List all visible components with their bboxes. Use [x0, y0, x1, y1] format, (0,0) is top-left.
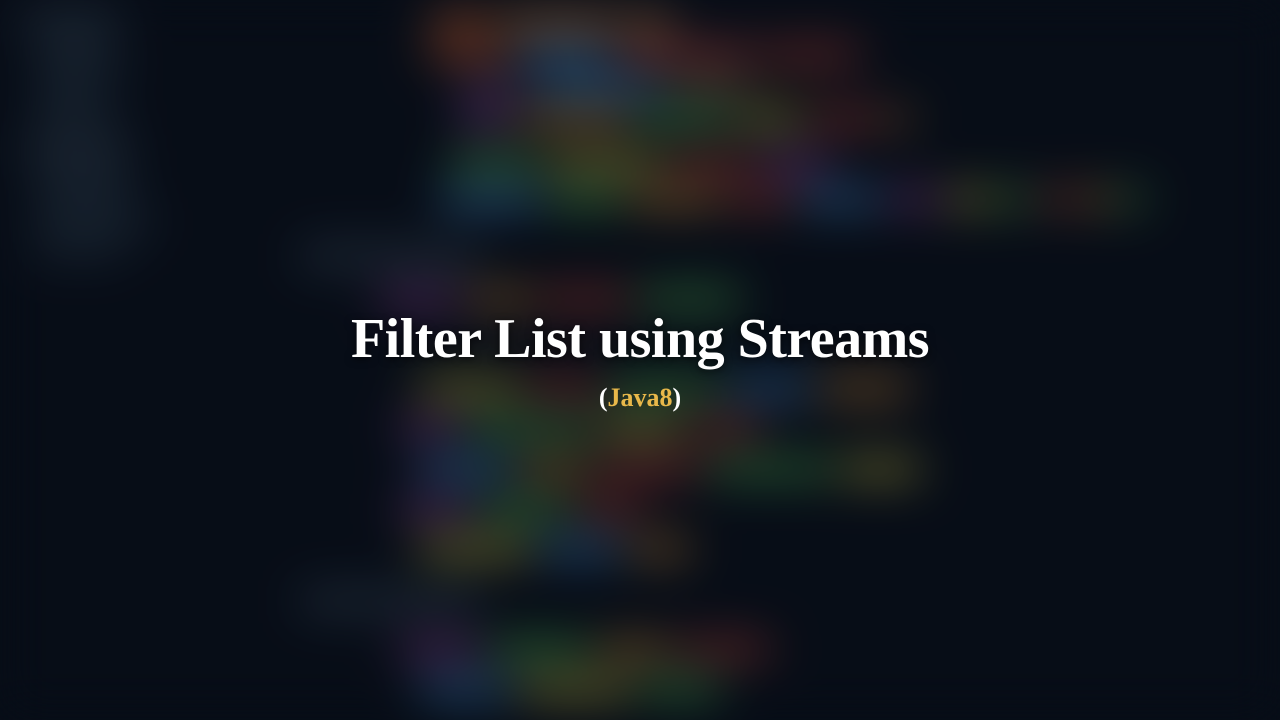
hero-subtitle: (Java8) — [351, 383, 929, 413]
hero-content: Filter List using Streams (Java8) — [351, 307, 929, 413]
subtitle-paren-close: ) — [672, 383, 681, 412]
subtitle-paren-open: ( — [599, 383, 608, 412]
subtitle-text: Java8 — [607, 383, 672, 412]
hero-title: Filter List using Streams — [351, 307, 929, 371]
